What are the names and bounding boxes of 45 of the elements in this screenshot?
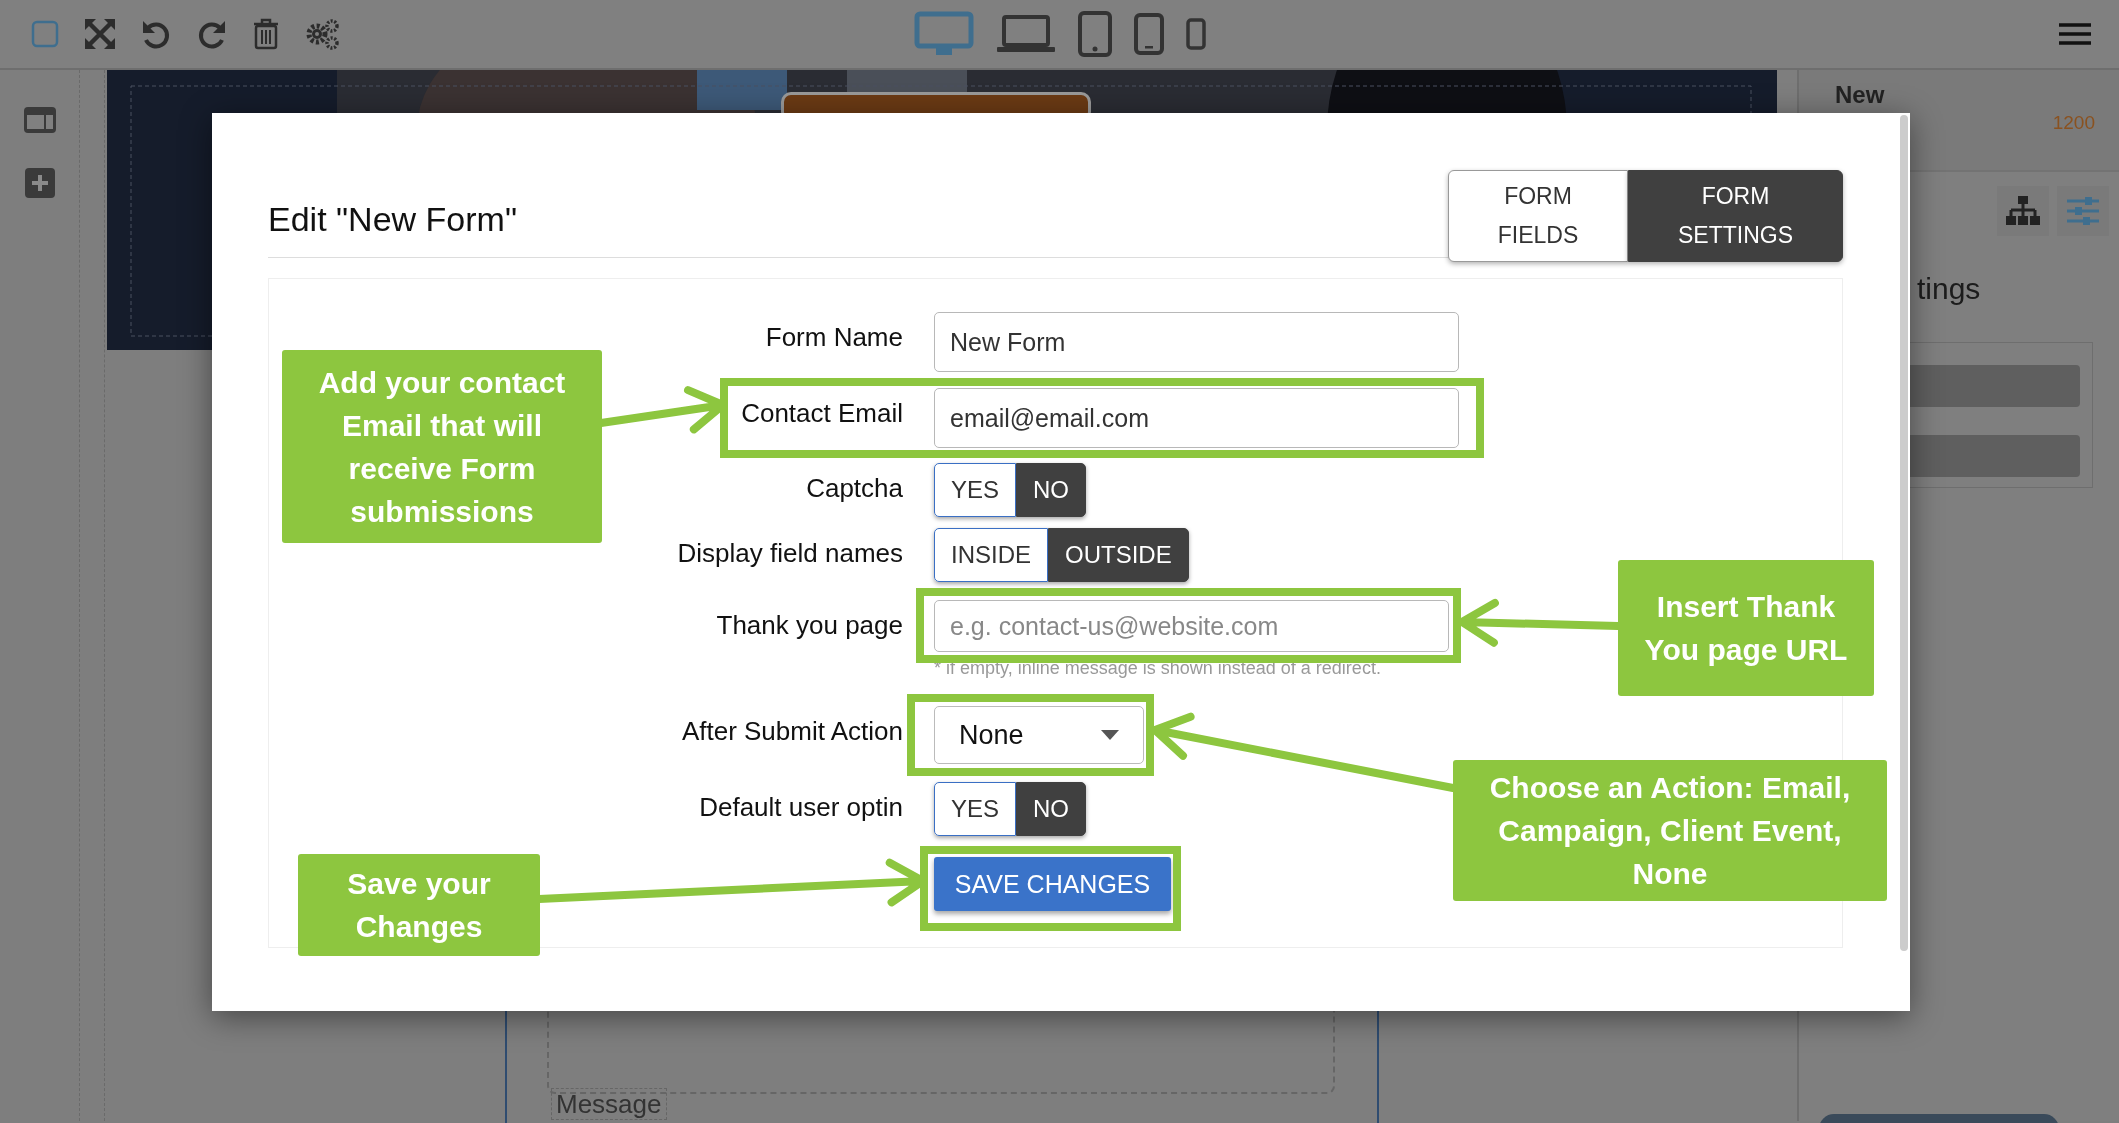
field-label: Default user optin [699, 792, 903, 823]
input-field[interactable]: New Form [934, 312, 1459, 372]
dialog-title: Edit "New Form" [268, 200, 517, 239]
panel-title: New [1835, 82, 1885, 108]
callout-note: Add your contact Email that will receive Form submissions [282, 350, 602, 543]
field-label: Message [551, 1088, 667, 1120]
select-field[interactable]: None [934, 706, 1144, 764]
fullscreen-icon[interactable] [84, 18, 116, 50]
toggle-option[interactable]: INSIDE [934, 528, 1048, 582]
layout-icon[interactable] [22, 106, 57, 134]
laptop-icon[interactable] [995, 14, 1056, 54]
toggle-option[interactable]: NO [1016, 463, 1087, 517]
toggle-option[interactable]: NO [1016, 782, 1087, 836]
menu-icon[interactable] [2059, 22, 2091, 46]
field-label: After Submit Action [681, 716, 903, 747]
undo-icon[interactable] [140, 18, 172, 50]
tablet-icon[interactable] [1133, 13, 1164, 55]
gears-icon[interactable] [304, 17, 340, 51]
field-label: Display field names [677, 538, 903, 569]
tablet-icon[interactable] [1077, 11, 1112, 57]
tab[interactable]: FORM SETTINGS [1628, 170, 1843, 262]
tab[interactable]: FORM FIELDS [1448, 170, 1628, 262]
toggle-option[interactable]: YES [934, 782, 1017, 836]
field-label: Contact Email [741, 398, 903, 429]
callout-note: Insert Thank You page URL [1618, 560, 1874, 696]
sitemap-icon[interactable] [2006, 196, 2040, 226]
field-label: Thank you page [716, 610, 903, 641]
add-icon[interactable] [24, 168, 55, 198]
field-label: Form Name [765, 322, 903, 353]
callout-note: Save your Changes [298, 854, 540, 956]
panel-heading: tings [1917, 272, 1982, 306]
caret-icon [1101, 730, 1119, 740]
input-field[interactable]: email@email.com [934, 388, 1459, 448]
callout-note: Choose an Action: Email, Campaign, Client Event, None [1453, 760, 1887, 901]
input-field[interactable]: e.g. contact-us@website.com [934, 600, 1449, 652]
phone-icon[interactable] [1185, 18, 1206, 50]
trash-icon[interactable] [252, 18, 280, 50]
toggle-option[interactable]: YES [934, 463, 1017, 517]
width-value: 1200 [2052, 112, 2095, 134]
field-label: Captcha [806, 473, 903, 504]
sliders-icon[interactable] [2067, 197, 2099, 225]
toggle-option[interactable]: OUTSIDE [1048, 528, 1189, 582]
scrollbar[interactable] [1900, 115, 1908, 951]
checkbox-icon[interactable] [30, 19, 60, 49]
save-button[interactable]: SAVE CHANGES [934, 857, 1171, 911]
